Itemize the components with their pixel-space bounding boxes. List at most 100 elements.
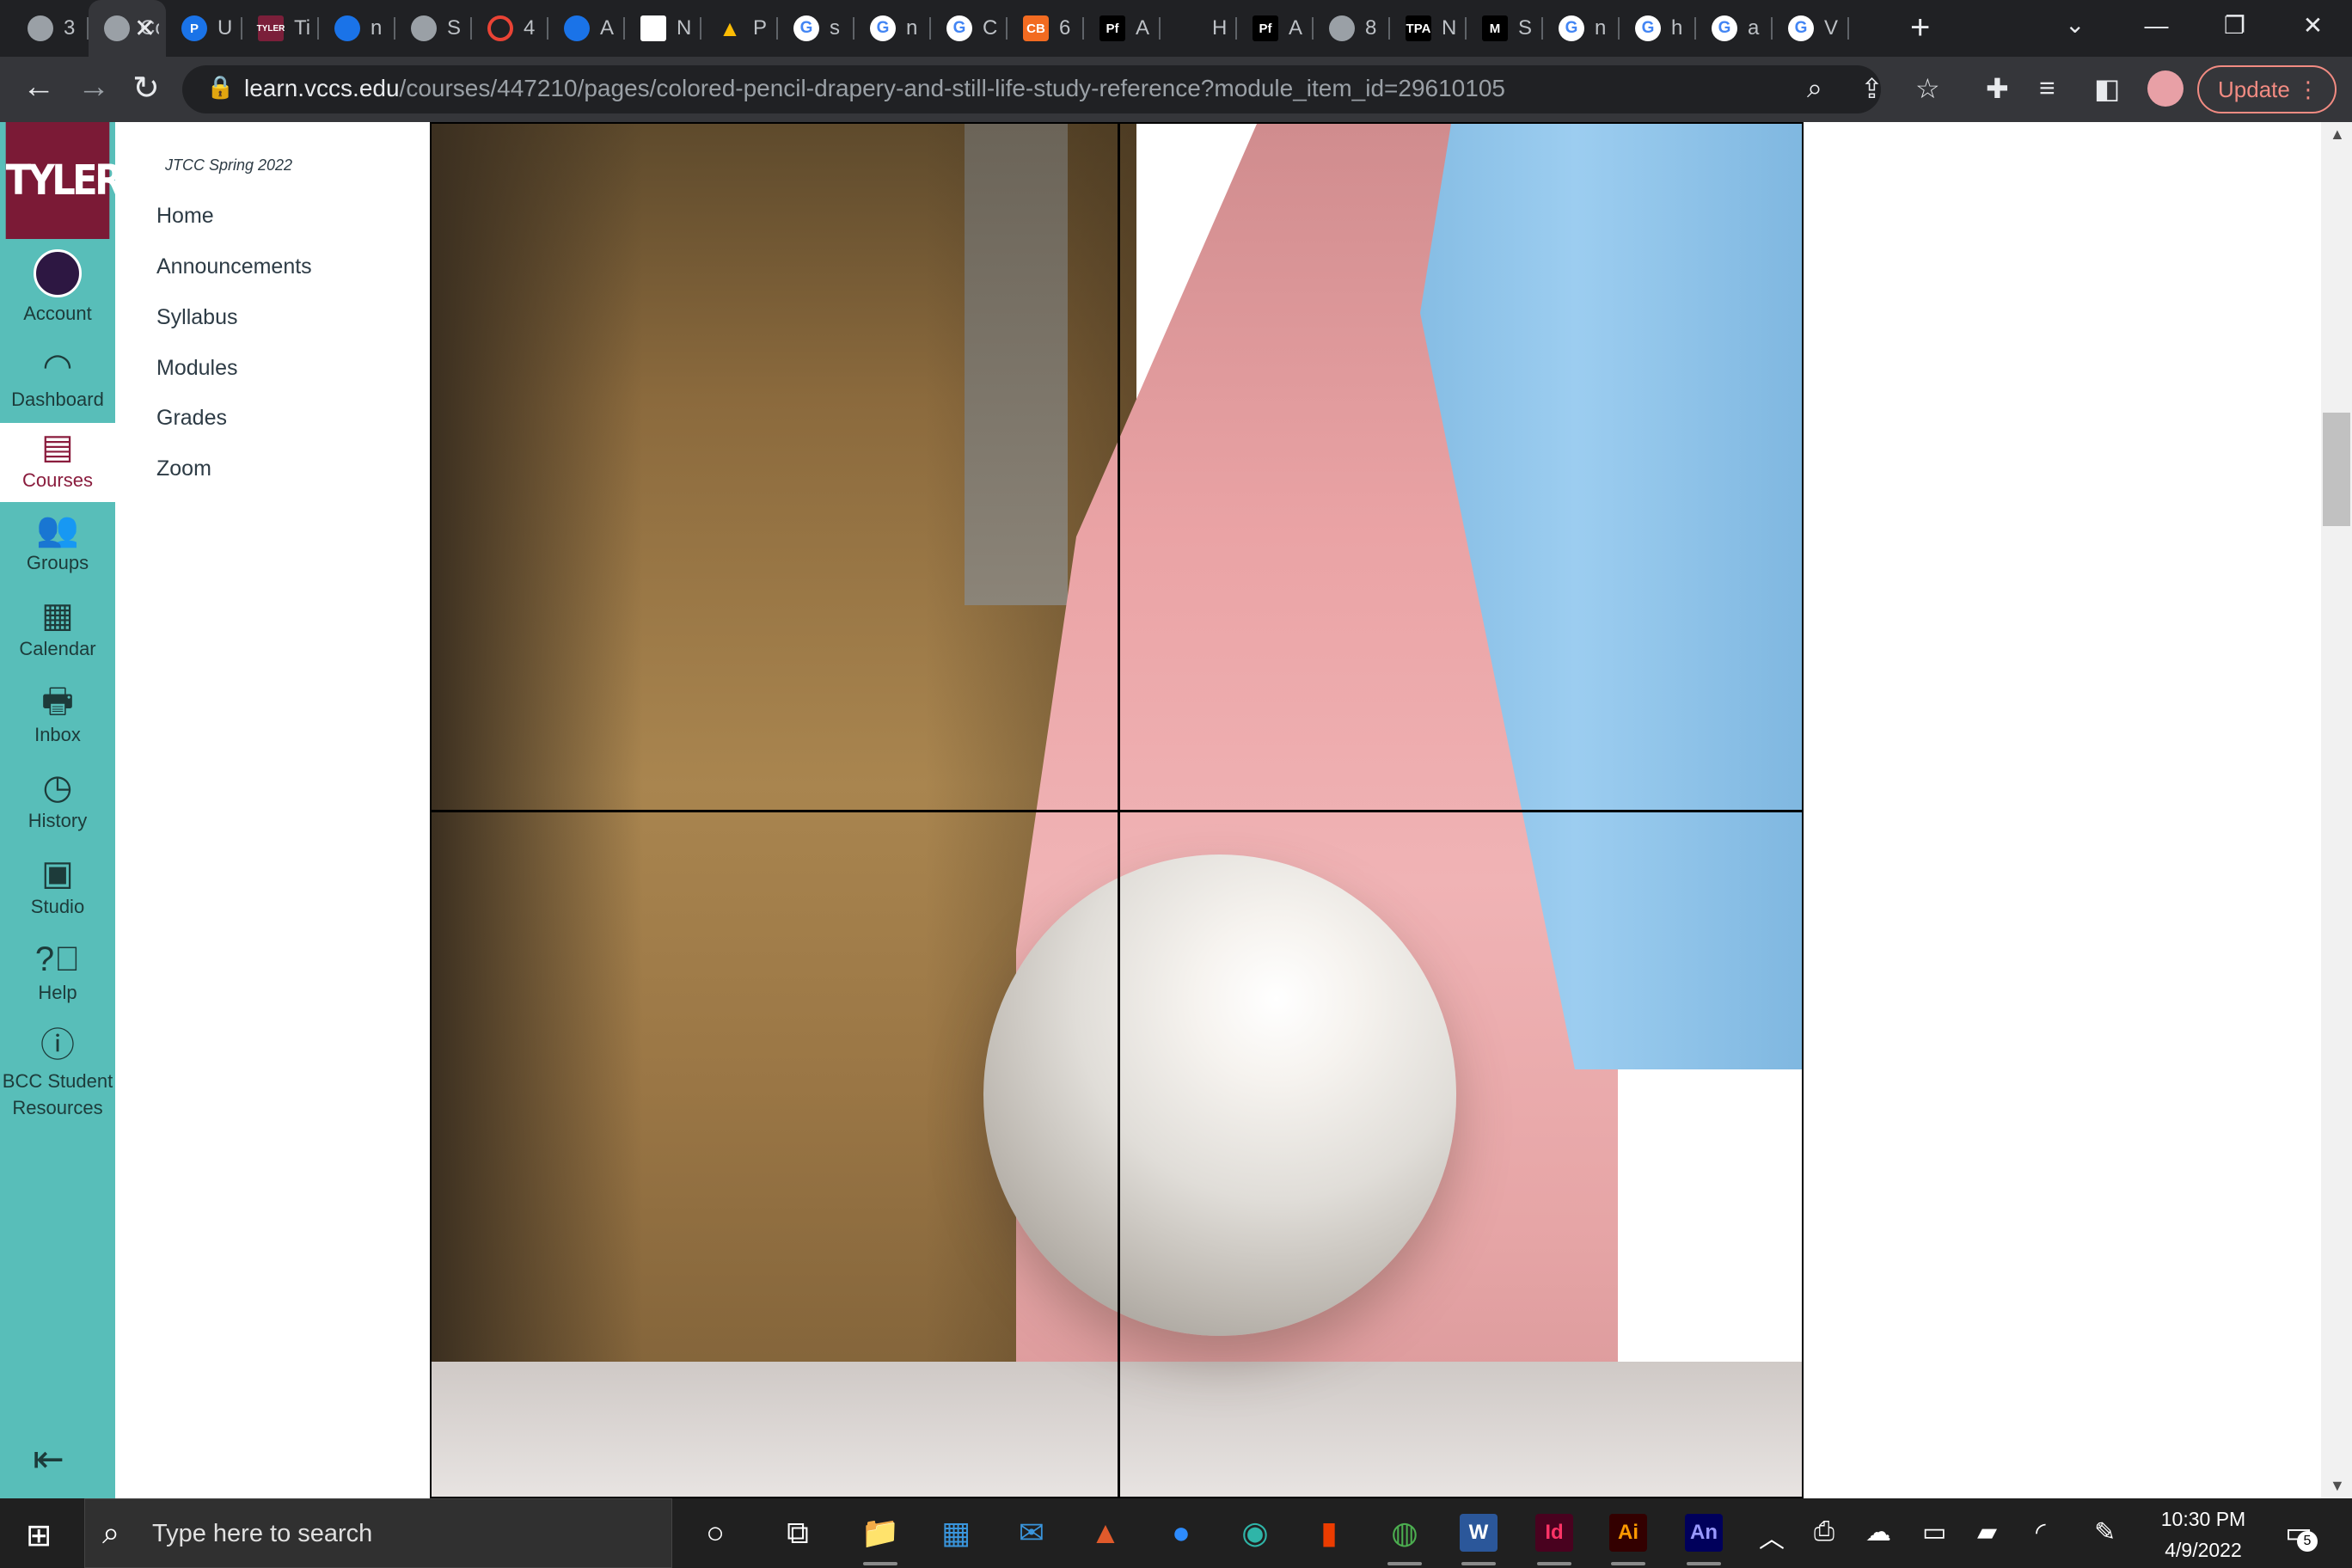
animate-icon[interactable]: An	[1680, 1510, 1728, 1565]
microsoft-store-icon[interactable]: ▦	[932, 1510, 980, 1555]
close-window-button[interactable]: ✕	[2274, 0, 2352, 57]
word-icon[interactable]: W	[1455, 1510, 1503, 1565]
url-text[interactable]: learn.vccs.edu/courses/447210/pages/colo…	[244, 75, 1505, 102]
tab-title: h	[1671, 16, 1683, 40]
global-nav-dashboard[interactable]: ◠ Dashboard	[0, 347, 115, 411]
url-path: /courses/447210/pages/colored-pencil-dra…	[399, 75, 1505, 101]
browser-tab[interactable]: GV	[1773, 0, 1849, 57]
browser-tab[interactable]: Ga	[1696, 0, 1773, 57]
course-nav-modules[interactable]: Modules	[156, 356, 238, 381]
app-icon[interactable]: ▲	[1081, 1510, 1130, 1555]
browser-toolbar: ← → ↻ 🔒 learn.vccs.edu/courses/447210/pa…	[0, 57, 2352, 122]
browser-tab[interactable]: CB 6	[1008, 0, 1084, 57]
tab-title: 4	[524, 16, 536, 40]
global-nav-label: Dashboard	[11, 389, 104, 410]
zoom-magnifier-icon[interactable]: ⌕	[1807, 72, 1822, 105]
browser-tab[interactable]: Gs	[778, 0, 854, 57]
wifi-icon[interactable]: ◜	[2036, 1517, 2046, 1547]
new-tab-button[interactable]: +	[1910, 9, 1930, 47]
global-nav-courses[interactable]: ▤ Courses	[0, 423, 115, 502]
browser-tab[interactable]: PU	[166, 0, 242, 57]
browser-tab[interactable]: Co✕	[89, 0, 166, 57]
browser-tab[interactable]: N	[625, 0, 701, 57]
course-nav-zoom[interactable]: Zoom	[156, 456, 211, 481]
onedrive-icon[interactable]: ☁	[1865, 1517, 1891, 1547]
course-nav-grades[interactable]: Grades	[156, 406, 227, 431]
browser-tab[interactable]: Gn	[854, 0, 931, 57]
close-tab-icon[interactable]: ✕	[134, 14, 156, 44]
browser-tab[interactable]: Gn	[1543, 0, 1620, 57]
browser-tab[interactable]: 4	[472, 0, 548, 57]
forward-arrow-icon[interactable]: →	[77, 69, 110, 106]
meet-now-icon[interactable]: ⎙	[1814, 1517, 1834, 1547]
tyler-logo[interactable]: TYLER	[5, 122, 123, 239]
global-nav-studio[interactable]: ▣ Studio	[0, 854, 115, 918]
tab-search-chevron-icon[interactable]: ⌄	[2065, 10, 2085, 39]
minimize-button[interactable]: —	[2117, 0, 2196, 57]
global-nav-help[interactable]: ?⃝ Help	[0, 940, 115, 1004]
task-view-icon[interactable]: ⧉	[774, 1510, 822, 1555]
course-nav-home[interactable]: Home	[156, 204, 214, 229]
illustrator-icon[interactable]: Ai	[1604, 1510, 1652, 1565]
page-scrollbar[interactable]: ▲ ▼	[2321, 122, 2352, 1498]
global-nav-inbox[interactable]: 🖶 Inbox	[0, 683, 115, 746]
browser-tab[interactable]: Pf A	[1084, 0, 1161, 57]
windows-start-icon[interactable]: ⊞	[26, 1517, 52, 1553]
bookmark-star-icon[interactable]: ☆	[1915, 72, 1940, 105]
browser-tab[interactable]: TPA N	[1390, 0, 1467, 57]
side-panel-icon[interactable]: ◧	[2094, 72, 2120, 105]
cortana-icon[interactable]: ○	[691, 1510, 739, 1555]
pearson-icon: P	[181, 15, 207, 41]
browser-tab[interactable]: n	[319, 0, 395, 57]
extensions-puzzle-icon[interactable]: ✚	[1986, 72, 2009, 105]
message-icon	[1329, 15, 1355, 41]
battery-icon[interactable]: ▰	[1977, 1517, 1997, 1547]
update-button[interactable]: Update ⋮	[2197, 65, 2337, 113]
taskbar-clock[interactable]: 10:30 PM 4/9/2022	[2147, 1504, 2259, 1565]
browser-tab[interactable]: Pf A	[1237, 0, 1314, 57]
foam-sphere	[983, 854, 1456, 1336]
office-icon[interactable]: ▮	[1305, 1510, 1353, 1555]
collapse-nav-icon[interactable]: ⇤	[33, 1437, 64, 1481]
file-explorer-icon[interactable]: 📁	[856, 1510, 904, 1565]
browser-tab[interactable]: 8	[1314, 0, 1390, 57]
share-icon[interactable]: ⇪	[1860, 72, 1883, 105]
mail-icon[interactable]: ✉	[1008, 1510, 1056, 1555]
zoom-icon[interactable]: ●	[1157, 1510, 1205, 1555]
global-nav-account[interactable]: Account	[0, 249, 115, 325]
global-nav-history[interactable]: ◷ History	[0, 769, 115, 832]
back-arrow-icon[interactable]: ←	[22, 69, 55, 106]
taskbar-search-box[interactable]: ⌕ Type here to search	[84, 1498, 672, 1568]
media-queue-icon[interactable]: ≡	[2039, 72, 2055, 104]
browser-tab[interactable]: GC	[931, 0, 1008, 57]
browser-tab[interactable]: Gh	[1620, 0, 1696, 57]
browser-tab[interactable]: H	[1161, 0, 1237, 57]
global-nav-label: BCC Student Resources	[2, 1070, 113, 1118]
edge-icon[interactable]: ◉	[1231, 1510, 1279, 1555]
global-nav-calendar[interactable]: ▦ Calendar	[0, 597, 115, 660]
browser-tab[interactable]: ▲ P	[701, 0, 778, 57]
chrome-icon[interactable]: ◍	[1381, 1510, 1429, 1565]
pen-icon[interactable]: ✎	[2094, 1517, 2116, 1547]
google-icon: G	[946, 15, 972, 41]
course-nav-announcements[interactable]: Announcements	[156, 254, 312, 279]
scroll-up-arrow-icon[interactable]: ▲	[2330, 126, 2345, 144]
lock-icon[interactable]: 🔒	[206, 74, 234, 101]
profile-avatar[interactable]	[2147, 70, 2184, 107]
course-nav-syllabus[interactable]: Syllabus	[156, 305, 238, 330]
browser-tab[interactable]: A	[548, 0, 625, 57]
course-term[interactable]: JTCC Spring 2022	[165, 156, 292, 175]
restore-button[interactable]: ❐	[2196, 0, 2274, 57]
scrollbar-thumb[interactable]	[2323, 413, 2350, 526]
browser-tab[interactable]: S	[395, 0, 472, 57]
browser-tab[interactable]: TYLER Ti	[242, 0, 319, 57]
browser-tab[interactable]: MS	[1467, 0, 1543, 57]
indesign-icon[interactable]: Id	[1530, 1510, 1578, 1565]
scroll-down-arrow-icon[interactable]: ▼	[2330, 1477, 2345, 1495]
display-icon[interactable]: ▭	[1922, 1517, 1946, 1547]
show-hidden-icons-chevron-icon[interactable]: ︿	[1759, 1517, 1785, 1555]
reload-icon[interactable]: ↻	[132, 69, 160, 107]
global-nav-bcc-student-resources[interactable]: ⓘ BCC Student Resources	[0, 1026, 115, 1121]
browser-tab[interactable]: 3	[12, 0, 89, 57]
global-nav-groups[interactable]: 👥 Groups	[0, 511, 115, 574]
